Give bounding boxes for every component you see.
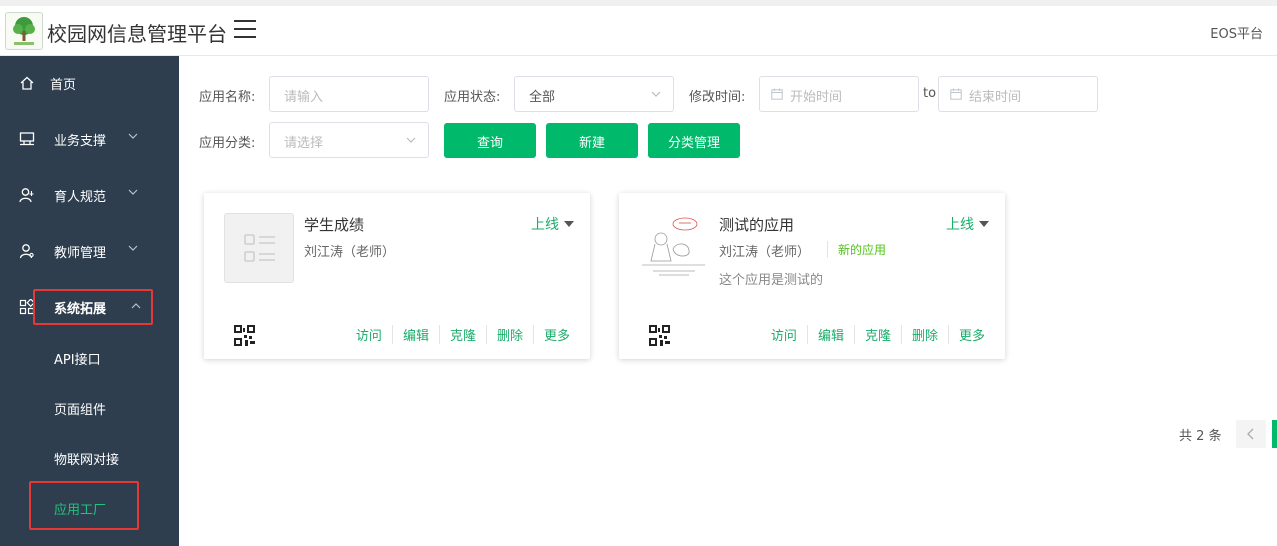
more-link[interactable]: 更多 <box>532 325 580 344</box>
category-filter-label: 应用分类: <box>199 136 256 151</box>
platform-link[interactable]: EOS平台 <box>1210 23 1263 42</box>
sidebar-item-label: 教师管理 <box>54 246 107 261</box>
sidebar-item-label: 育人规范 <box>54 190 107 205</box>
home-icon <box>20 76 34 90</box>
chevron-up-icon <box>131 303 141 309</box>
delete-link[interactable]: 删除 <box>900 325 948 344</box>
app-status-dropdown[interactable]: 上线 <box>946 214 989 234</box>
caret-down-icon <box>979 221 989 227</box>
pagination-current-page[interactable] <box>1272 420 1277 448</box>
app-status-dropdown[interactable]: 上线 <box>531 214 574 234</box>
category-manage-button[interactable]: 分类管理 <box>648 123 740 158</box>
qr-code-icon[interactable] <box>234 325 255 346</box>
sidebar-subitem-api[interactable]: API接口 <box>0 338 179 378</box>
delete-link[interactable]: 删除 <box>485 325 533 344</box>
app-author: 刘江涛（老师） <box>719 245 811 260</box>
app-status: 上线 <box>531 217 559 233</box>
name-input[interactable]: 请输入 <box>269 76 429 112</box>
sidebar-item-label: 业务支撑 <box>54 134 107 149</box>
sidebar-item-label: 应用工厂 <box>54 503 107 518</box>
status-select[interactable]: 全部 <box>514 76 674 112</box>
query-button[interactable]: 查询 <box>444 123 536 158</box>
user-icon <box>19 188 34 203</box>
clone-link[interactable]: 克隆 <box>853 325 901 344</box>
app-card[interactable]: 学生成绩 刘江涛（老师） 上线 访问 编辑 克隆 删除 更多 <box>204 193 590 359</box>
app-card[interactable]: 测试的应用 刘江涛（老师） 新的应用 这个应用是测试的 上线 访问 编辑 克隆 … <box>619 193 1005 359</box>
main-content: 应用名称: 请输入 应用状态: 全部 修改时间: 开始时间 to 结束时间 应用… <box>179 56 1277 546</box>
visit-link[interactable]: 访问 <box>346 325 392 344</box>
visit-link[interactable]: 访问 <box>761 325 807 344</box>
end-date-placeholder: 结束时间 <box>969 90 1022 105</box>
category-placeholder: 请选择 <box>284 136 324 151</box>
sidebar-item-education[interactable]: 育人规范 <box>0 175 179 215</box>
end-date-input[interactable]: 结束时间 <box>938 76 1098 112</box>
sidebar-subitem-app-factory[interactable]: 应用工厂 <box>0 488 179 528</box>
chevron-down-icon <box>128 189 138 195</box>
create-button[interactable]: 新建 <box>546 123 638 158</box>
app-author: 刘江涛（老师） <box>304 245 396 260</box>
app-name: 学生成绩 <box>304 216 365 234</box>
apps-icon <box>19 299 35 315</box>
start-date-placeholder: 开始时间 <box>790 90 843 105</box>
name-filter-label: 应用名称: <box>199 90 256 105</box>
sidebar: 首页 业务支撑 育人规范 教师管理 系统拓展 API接口 页面组件 物联网对接 … <box>0 56 179 546</box>
sidebar-subitem-iot[interactable]: 物联网对接 <box>0 438 179 478</box>
sidebar-subitem-page-components[interactable]: 页面组件 <box>0 388 179 428</box>
list-placeholder-icon <box>244 234 275 262</box>
sidebar-item-label: 首页 <box>50 78 77 93</box>
sidebar-item-system-extension[interactable]: 系统拓展 <box>0 287 179 327</box>
clone-link[interactable]: 克隆 <box>438 325 486 344</box>
chevron-down-icon <box>128 245 138 251</box>
sketch-illustration-icon <box>642 217 705 276</box>
pagination-prev-button[interactable] <box>1236 420 1266 448</box>
top-bar: 校园网信息管理平台 EOS平台 <box>0 0 1277 56</box>
sidebar-item-label: 页面组件 <box>54 403 107 418</box>
more-link[interactable]: 更多 <box>947 325 995 344</box>
caret-down-icon <box>564 221 574 227</box>
card-actions: 访问 编辑 克隆 删除 更多 <box>761 325 995 344</box>
tree-logo-icon <box>13 17 35 45</box>
chevron-down-icon <box>406 137 416 143</box>
app-status: 上线 <box>946 217 974 233</box>
edit-link[interactable]: 编辑 <box>391 325 439 344</box>
menu-toggle-icon[interactable] <box>234 20 256 40</box>
category-select[interactable]: 请选择 <box>269 122 429 158</box>
edit-link[interactable]: 编辑 <box>806 325 854 344</box>
app-thumbnail <box>224 213 294 283</box>
app-title: 校园网信息管理平台 <box>47 22 227 46</box>
chevron-left-icon <box>1247 428 1254 440</box>
card-actions: 访问 编辑 克隆 删除 更多 <box>346 325 580 344</box>
sidebar-item-home[interactable]: 首页 <box>0 63 179 103</box>
to-label: to <box>923 86 937 101</box>
calendar-icon <box>950 88 962 100</box>
app-thumbnail <box>639 213 709 283</box>
start-date-input[interactable]: 开始时间 <box>759 76 919 112</box>
chevron-down-icon <box>651 91 661 97</box>
monitor-icon <box>19 132 35 146</box>
pagination-total: 共 2 条 <box>1179 429 1222 444</box>
sidebar-item-label: API接口 <box>54 353 101 368</box>
teacher-icon <box>19 244 34 259</box>
app-category-tag: 新的应用 <box>827 241 886 258</box>
status-select-value: 全部 <box>529 90 556 105</box>
app-name: 测试的应用 <box>719 216 795 234</box>
time-filter-label: 修改时间: <box>689 90 746 105</box>
chevron-down-icon <box>128 133 138 139</box>
sidebar-item-teachers[interactable]: 教师管理 <box>0 231 179 271</box>
qr-code-icon[interactable] <box>649 325 670 346</box>
logo <box>5 12 43 50</box>
sidebar-item-label: 系统拓展 <box>54 302 107 317</box>
sidebar-item-label: 物联网对接 <box>54 453 120 468</box>
app-description: 这个应用是测试的 <box>719 273 824 288</box>
status-filter-label: 应用状态: <box>444 90 501 105</box>
calendar-icon <box>771 88 783 100</box>
sidebar-item-business[interactable]: 业务支撑 <box>0 119 179 159</box>
